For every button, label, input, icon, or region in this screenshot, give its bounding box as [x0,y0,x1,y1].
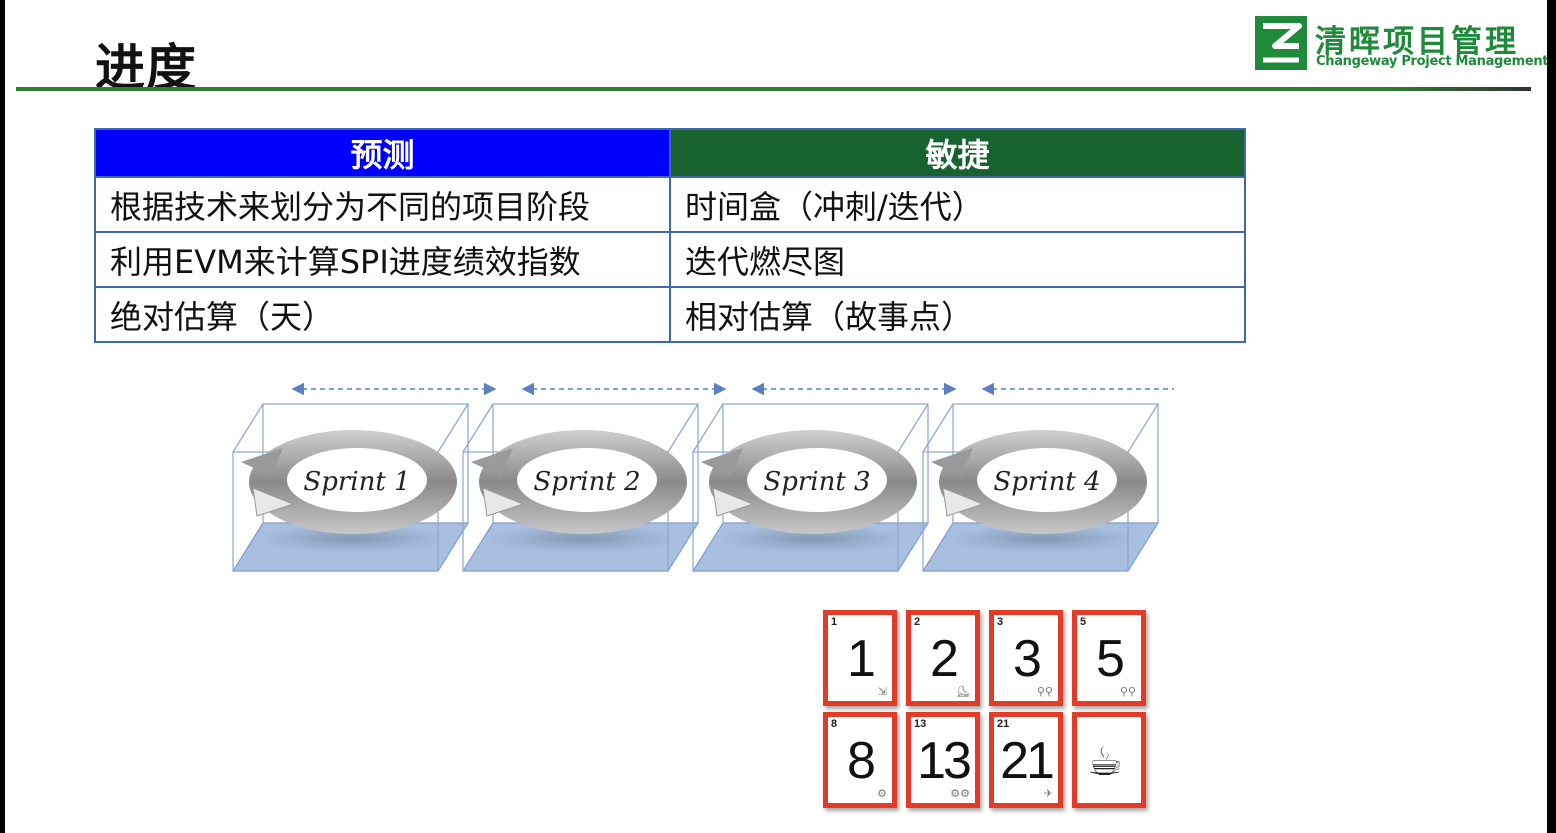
predictive-cell: 利用EVM来计算SPI进度绩效指数 [94,231,671,288]
story-point-card: 3 3 ⚲⚲ [989,610,1063,706]
story-point-card: ☕ [1072,712,1146,808]
sprint-label: Sprint 2 [533,467,640,497]
story-point-card: 8 8 ⚙ [823,712,897,808]
card-corner-value: 5 [1080,616,1087,628]
bicycle-icon: ⚲⚲ [1036,685,1053,698]
kick-scooter-icon: ⛸ [956,685,970,698]
header-predictive: 预测 [94,128,671,178]
card-corner-value: 2 [914,616,921,628]
story-point-cards: 1 1 ⇲ 2 2 ⛸ 3 3 ⚲⚲ 5 5 ⚲⚲ 8 8 ⚙ 13 13 ⚙⚙ 21 21 ✈ ☕ [820,610,1156,814]
changeway-logo-icon [1255,16,1307,70]
card-corner-value: 13 [914,718,927,730]
table-row: 利用EVM来计算SPI进度绩效指数 迭代燃尽图 [94,231,1246,288]
slide: 进度 清晖项目管理 Changeway Project Management 预… [5,0,1547,833]
agile-cell: 时间盒（冲刺/迭代） [669,176,1246,233]
sprint-timebox: Sprint 1 [231,382,497,572]
sprint-timebox: Sprint 2 [461,382,727,572]
card-corner-value: 1 [831,616,838,628]
table-row: 根据技术来划分为不同的项目阶段 时间盒（冲刺/迭代） [94,176,1246,233]
agile-cell: 相对估算（故事点） [669,286,1246,343]
card-value: 1 [847,630,876,688]
header-agile: 敏捷 [669,128,1246,178]
card-value: 3 [1013,630,1042,688]
company-logo: 清晖项目管理 Changeway Project Management [1255,16,1547,74]
card-value: 8 [847,732,876,790]
card-corner-value: 8 [831,718,838,730]
motorcycle-icon: ⚙⚙ [950,787,970,800]
table-header-row: 预测 敏捷 [94,128,1246,178]
card-value: 21 [1000,732,1055,790]
sprint-label: Sprint 1 [303,467,410,497]
bicycle-icon: ⚲⚲ [1119,685,1136,698]
airplane-icon: ✈ [1043,787,1053,800]
table-row: 绝对估算（天） 相对估算（故事点） [94,286,1246,343]
story-point-card: 13 13 ⚙⚙ [906,712,980,808]
story-point-card: 21 21 ✈ [989,712,1063,808]
card-corner-value: 3 [997,616,1004,628]
moped-icon: ⚙ [877,787,887,800]
agile-cell: 迭代燃尽图 [669,231,1246,288]
sprint-label: Sprint 4 [993,467,1100,497]
coffee-break-icon: ☕ [1087,739,1123,785]
sprint-label: Sprint 3 [763,467,870,497]
title-divider [16,87,1531,91]
card-corner-value: 21 [997,718,1010,730]
scooter-icon: ⇲ [877,685,887,698]
story-point-card: 5 5 ⚲⚲ [1072,610,1146,706]
comparison-table: 预测 敏捷 根据技术来划分为不同的项目阶段 时间盒（冲刺/迭代） 利用EVM来计… [94,128,1246,343]
story-point-card: 2 2 ⛸ [906,610,980,706]
predictive-cell: 根据技术来划分为不同的项目阶段 [94,176,671,233]
card-value: 5 [1096,630,1125,688]
sprint-timebox: Sprint 3 [691,382,957,572]
sprint-timebox: Sprint 4 [921,382,1174,572]
logo-name-en: Changeway Project Management [1316,54,1547,69]
card-value: 2 [930,630,959,688]
sprint-timebox-diagram: Sprint 1 Sprint 2 Sprint 3 Sprint 4 [231,382,1174,572]
predictive-cell: 绝对估算（天） [94,286,671,343]
card-value: 13 [917,732,972,790]
story-point-card: 1 1 ⇲ [823,610,897,706]
